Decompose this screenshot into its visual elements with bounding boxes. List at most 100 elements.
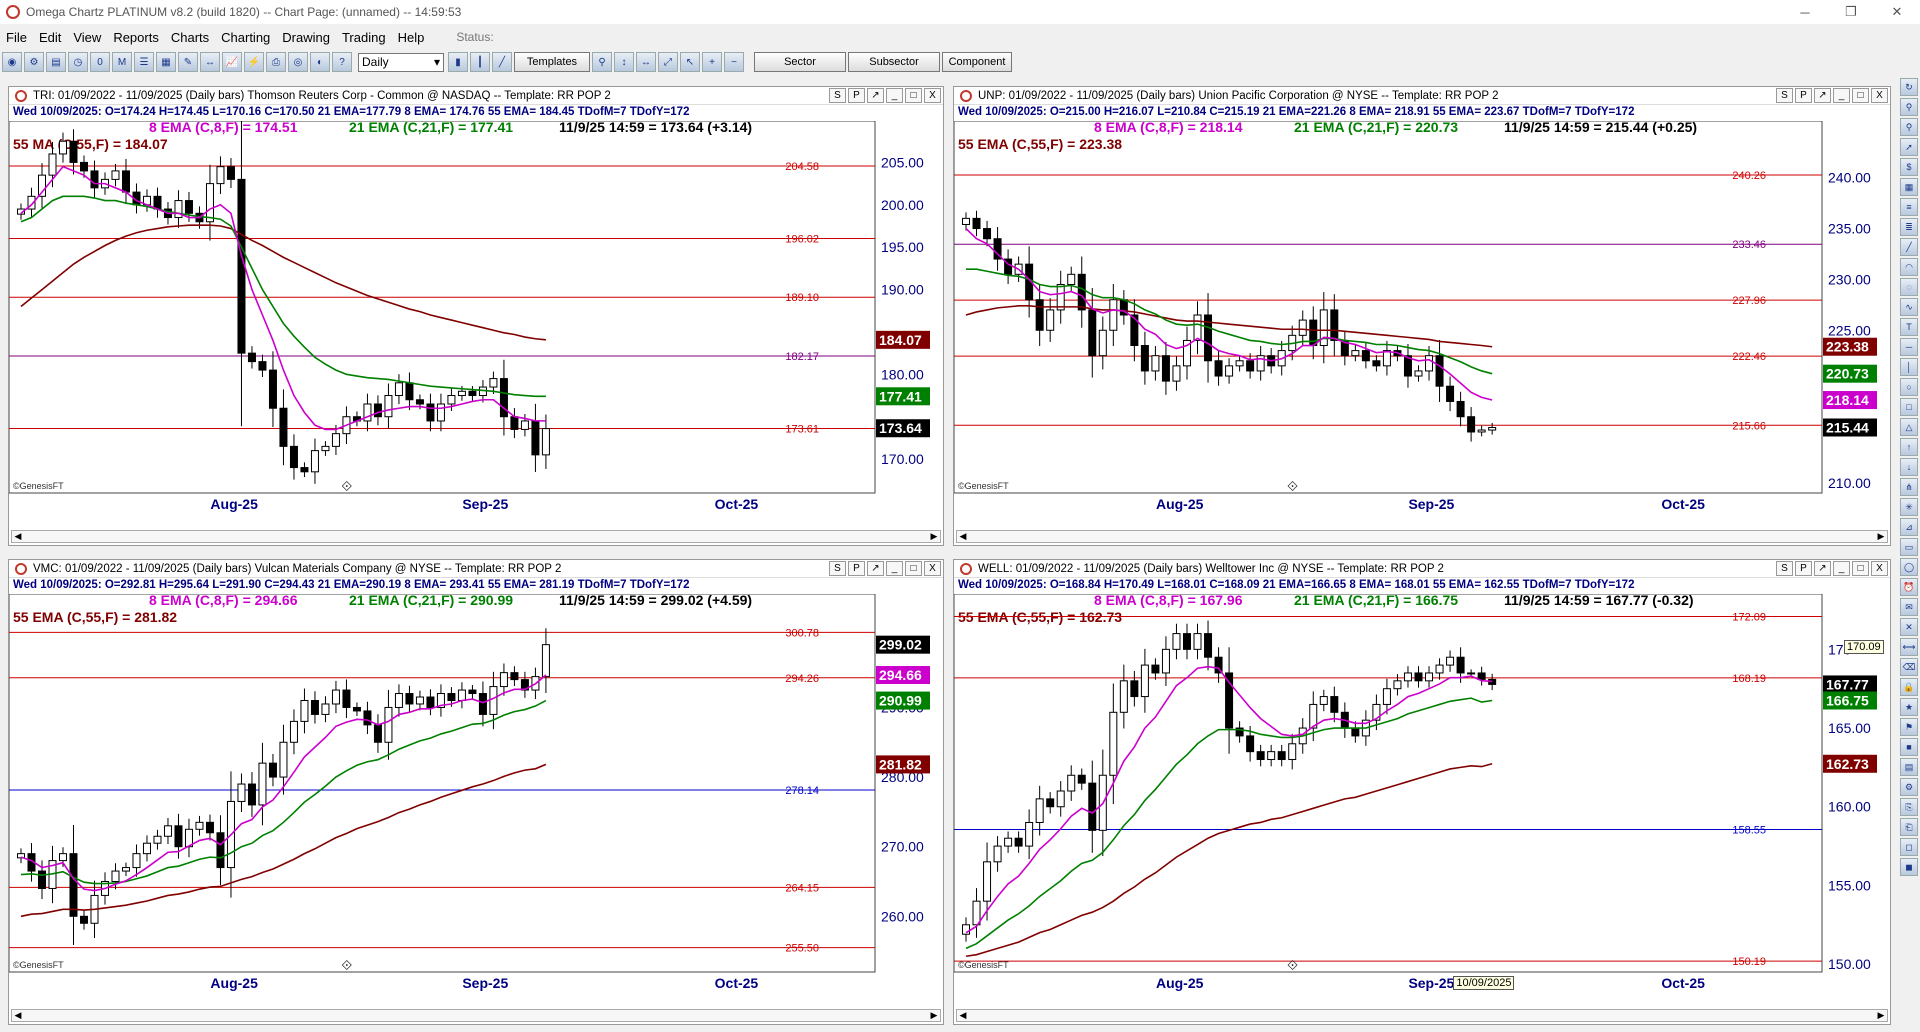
candle[interactable] [1330, 309, 1339, 341]
scroll-right-icon[interactable]: ▶ [1875, 1010, 1887, 1021]
candle[interactable] [268, 762, 277, 778]
maximize-icon[interactable]: □ [905, 561, 922, 576]
menu-file[interactable]: File [0, 30, 33, 45]
candle[interactable] [226, 166, 235, 180]
speed-icon[interactable]: ⊿ [1900, 518, 1918, 536]
candle[interactable] [1088, 309, 1097, 357]
close-icon[interactable]: ✕ [1874, 0, 1920, 24]
candle[interactable] [321, 703, 330, 715]
candle[interactable] [300, 467, 309, 473]
candle[interactable] [1435, 355, 1444, 387]
candle[interactable] [1467, 416, 1476, 433]
candle[interactable] [426, 696, 435, 708]
candle[interactable] [132, 853, 141, 869]
candle[interactable] [468, 689, 477, 695]
candle[interactable] [321, 445, 330, 452]
candle[interactable] [174, 825, 183, 848]
candle[interactable] [510, 416, 519, 430]
candle[interactable] [1004, 837, 1013, 847]
candle[interactable] [1330, 696, 1339, 713]
candle[interactable] [1109, 299, 1118, 331]
ruler-icon[interactable]: ⟷ [1900, 638, 1918, 656]
candle[interactable] [1382, 688, 1391, 705]
candle[interactable] [1414, 370, 1423, 377]
candle[interactable] [1035, 299, 1044, 331]
open-icon[interactable]: ◉ [2, 52, 22, 72]
magnify-icon[interactable]: ⚲ [592, 52, 612, 72]
gann-icon[interactable]: ✳ [1900, 498, 1918, 516]
event-marker-icon[interactable]: ⟐ [1287, 957, 1298, 973]
printer-icon[interactable]: ⎙ [266, 52, 286, 72]
maximize-icon[interactable]: □ [1852, 561, 1869, 576]
horizontal-scrollbar[interactable]: ◀ ▶ [956, 1009, 1888, 1022]
candle[interactable] [1372, 360, 1381, 367]
bar-chart-icon[interactable]: ▮ [448, 52, 468, 72]
triangle-icon[interactable]: △ [1900, 418, 1918, 436]
chart-area[interactable]: 8 EMA (C,8,F) = 294.66 21 EMA (C,21,F) = … [8, 592, 943, 1012]
candle[interactable] [1046, 798, 1055, 808]
candle[interactable] [993, 845, 1002, 863]
close-icon[interactable]: X [1871, 561, 1888, 576]
help-icon[interactable]: ? [332, 52, 352, 72]
candle[interactable] [1446, 656, 1455, 666]
candle[interactable] [279, 407, 288, 447]
lock-icon[interactable]: 🔒 [1900, 678, 1918, 696]
scale-button[interactable]: S [1776, 88, 1793, 103]
candle[interactable] [1077, 273, 1086, 311]
close-icon[interactable]: X [1871, 88, 1888, 103]
zero-icon[interactable]: 0 [90, 52, 110, 72]
candle[interactable] [279, 741, 288, 778]
note-icon[interactable]: ✉ [1900, 598, 1918, 616]
component-button[interactable]: Component [942, 52, 1012, 72]
candle[interactable] [142, 842, 151, 855]
menu-charts[interactable]: Charts [165, 30, 215, 45]
square-icon[interactable]: □ [1900, 398, 1918, 416]
minimize-icon[interactable]: _ [886, 561, 903, 576]
refresh-icon[interactable]: ↻ [1900, 78, 1918, 96]
fib-icon[interactable]: ≣ [1900, 218, 1918, 236]
candle[interactable] [1235, 360, 1244, 367]
chart-panel-well[interactable]: WELL: 01/09/2022 - 11/09/2025 (Daily bar… [953, 559, 1891, 1025]
pitchfork-icon[interactable]: ⋔ [1900, 478, 1918, 496]
chart-panel-unp[interactable]: UNP: 01/09/2022 - 11/09/2025 (Daily bars… [953, 86, 1891, 546]
props-icon[interactable]: ⚙ [1900, 778, 1918, 796]
candle[interactable] [289, 445, 298, 469]
candle[interactable] [37, 870, 46, 889]
candle[interactable] [1119, 680, 1128, 713]
candle[interactable] [468, 390, 477, 397]
eraser-icon[interactable]: ⌫ [1900, 658, 1918, 676]
candle[interactable] [58, 140, 67, 155]
candle[interactable] [1067, 774, 1076, 792]
chart-panel-tri[interactable]: TRI: 01/09/2022 - 11/09/2025 (Daily bars… [8, 86, 944, 546]
candle[interactable] [1425, 355, 1434, 372]
zoom-in-icon[interactable]: + [702, 52, 722, 72]
candle[interactable] [1140, 664, 1149, 698]
candle[interactable] [394, 693, 403, 708]
candle-icon[interactable]: ┃ [470, 52, 490, 72]
candle[interactable] [1288, 743, 1297, 761]
candle[interactable] [1151, 355, 1160, 372]
grid-icon[interactable]: ▦ [156, 52, 176, 72]
templates-button[interactable]: Templates [514, 52, 590, 72]
circle-icon[interactable]: ○ [1900, 378, 1918, 396]
candle[interactable] [415, 696, 424, 705]
candle[interactable] [1361, 350, 1370, 362]
candle[interactable] [436, 403, 445, 422]
sector-button[interactable]: Sector [754, 52, 846, 72]
candle[interactable] [415, 399, 424, 405]
candle[interactable] [1393, 680, 1402, 690]
horizontal-scrollbar[interactable]: ◀ ▶ [11, 1009, 941, 1022]
scroll-left-icon[interactable]: ◀ [12, 531, 24, 542]
candle[interactable] [342, 689, 351, 708]
candle[interactable] [1056, 790, 1065, 808]
candle[interactable] [1193, 633, 1202, 650]
arrow-down-icon[interactable]: ↓ [1900, 458, 1918, 476]
candle[interactable] [1403, 672, 1412, 682]
grid-icon[interactable]: ▦ [1900, 178, 1918, 196]
up-down-icon[interactable]: ↕ [614, 52, 634, 72]
chart-panel-vmc[interactable]: VMC: 01/09/2022 - 11/09/2025 (Daily bars… [8, 559, 944, 1025]
candle[interactable] [363, 710, 372, 726]
candle[interactable] [972, 900, 981, 926]
popout-icon[interactable]: ↗ [867, 561, 884, 576]
candle[interactable] [1456, 656, 1465, 674]
